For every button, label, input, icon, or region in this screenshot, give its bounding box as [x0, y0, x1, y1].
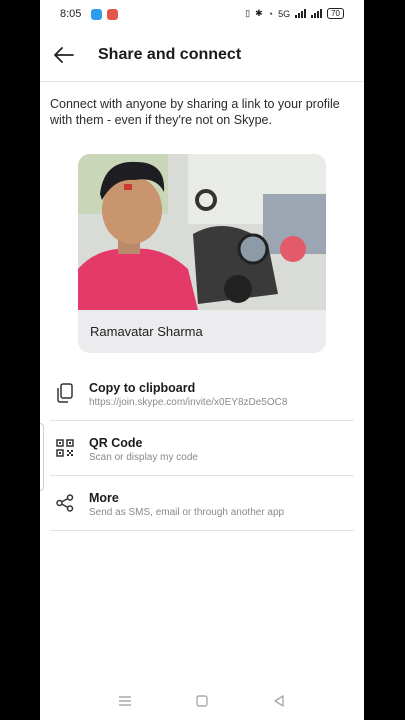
square-icon: [196, 695, 208, 707]
alarm-icon: ◔: [267, 8, 274, 19]
share-options-list: Copy to clipboard https://join.skype.com…: [40, 366, 364, 531]
option-subtitle: Scan or display my code: [89, 452, 198, 463]
status-indicators: ▯ ✱ ◔ 5G 70: [245, 8, 344, 19]
copy-to-clipboard-option[interactable]: Copy to clipboard https://join.skype.com…: [50, 366, 354, 421]
status-time: 8:05: [60, 8, 82, 20]
option-title: QR Code: [89, 436, 143, 450]
intro-text: Connect with anyone by sharing a link to…: [50, 97, 340, 127]
status-bar: 8:05 ▯ ✱ ◔ 5G 70: [40, 0, 364, 28]
more-share-option[interactable]: More Send as SMS, email or through anoth…: [50, 476, 354, 531]
qr-code-option[interactable]: QR Code Scan or display my code: [50, 421, 354, 476]
menu-icon: [119, 696, 131, 706]
phone-screen: 8:05 ▯ ✱ ◔ 5G 70 Share and connect Conne…: [40, 0, 364, 720]
home-button[interactable]: [193, 692, 211, 710]
bluetooth-icon: ✱: [255, 8, 263, 18]
notification-app-icon: [107, 9, 118, 20]
profile-card[interactable]: Ramavatar Sharma: [78, 154, 326, 353]
triangle-back-icon: [274, 695, 284, 707]
option-title: Copy to clipboard: [89, 381, 196, 395]
profile-name: Ramavatar Sharma: [90, 324, 203, 339]
page-title: Share and connect: [98, 46, 242, 63]
network-label: 5G: [278, 8, 291, 19]
recent-apps-button[interactable]: [116, 692, 134, 710]
qr-code-icon: [54, 437, 76, 459]
system-nav-bar: [40, 684, 364, 718]
option-subtitle: Send as SMS, email or through another ap…: [89, 507, 285, 518]
notification-app-icon: [91, 9, 102, 20]
back-button[interactable]: [50, 41, 78, 69]
signal-icon: [295, 9, 307, 18]
signal-icon: [311, 9, 323, 18]
option-title: More: [89, 491, 119, 505]
back-nav-button[interactable]: [270, 692, 288, 710]
copy-icon: [54, 382, 76, 404]
share-icon: [54, 492, 76, 514]
battery-icon: 70: [327, 8, 344, 19]
vibrate-icon: ▯: [245, 8, 251, 18]
app-header: Share and connect: [40, 28, 364, 82]
invite-link: https://join.skype.com/invite/x0EY8zDe5O…: [89, 397, 288, 408]
arrow-left-icon: [54, 47, 74, 63]
profile-photo: [78, 154, 326, 310]
